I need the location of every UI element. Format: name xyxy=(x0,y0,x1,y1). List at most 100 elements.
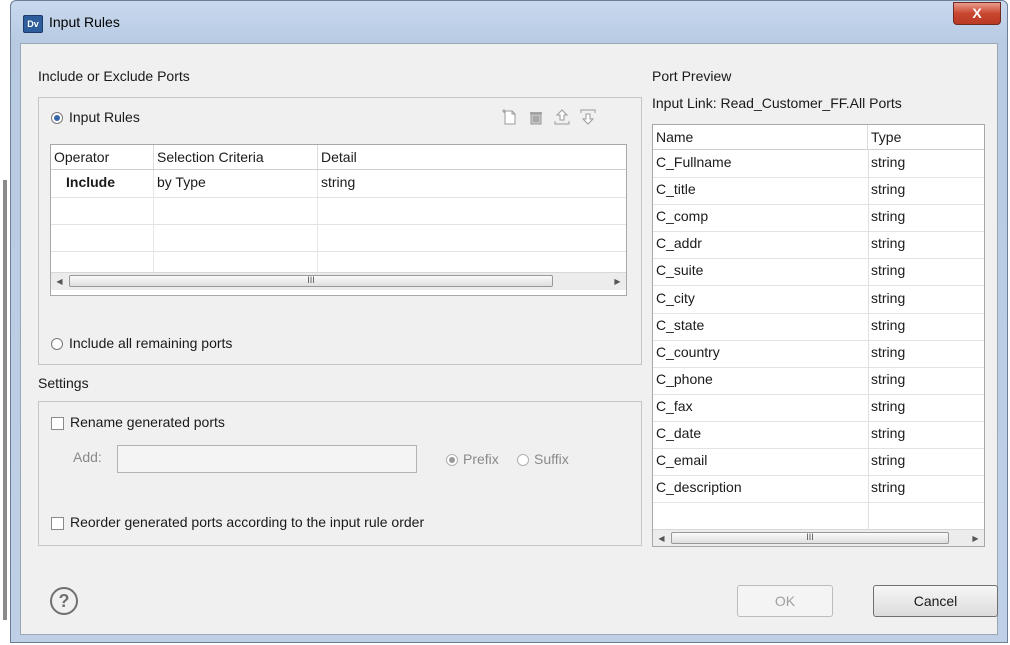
dialog-title: Input Rules xyxy=(49,14,120,30)
port-type-cell: string xyxy=(871,397,906,414)
port-name-cell: C_date xyxy=(656,425,702,441)
operator-cell: Include xyxy=(51,170,154,197)
operator-cell xyxy=(51,224,154,251)
ok-button[interactable]: OK xyxy=(737,585,833,617)
selection-criteria-cell xyxy=(154,197,318,224)
port-preview-header: Name Type xyxy=(653,125,984,150)
include-all-radio-label: Include all remaining ports xyxy=(69,335,233,351)
input-link-label: Input Link: Read_Customer_FF.All Ports xyxy=(652,95,902,111)
scroll-left-arrow-icon[interactable]: ◀ xyxy=(653,530,670,546)
move-up-icon[interactable] xyxy=(553,108,571,126)
port-preview-label: Port Preview xyxy=(652,68,732,84)
port-type-cell: string xyxy=(871,262,906,279)
input-rules-dialog: Dv Input Rules X Include or Exclude Port… xyxy=(10,0,1008,643)
port-name-cell: C_state xyxy=(656,316,705,333)
new-rule-icon[interactable] xyxy=(501,108,519,126)
port-row[interactable]: C_addr string xyxy=(653,231,984,260)
add-label: Add: xyxy=(73,449,102,465)
title-bar[interactable]: Dv Input Rules X xyxy=(11,1,1007,43)
scrollbar-thumb[interactable]: III xyxy=(671,532,949,544)
port-name-cell: C_phone xyxy=(656,370,713,387)
port-row[interactable]: C_country string xyxy=(653,340,984,368)
port-preview-hscrollbar[interactable]: ◀ III ▶ xyxy=(653,529,984,546)
rename-ports-checkbox[interactable] xyxy=(51,417,64,430)
port-row[interactable]: C_suite string xyxy=(653,258,984,287)
port-row[interactable]: C_phone string xyxy=(653,367,984,395)
column-header-selection-criteria[interactable]: Selection Criteria xyxy=(154,145,318,169)
background-scrollbar xyxy=(3,180,7,620)
port-row[interactable]: C_title string xyxy=(653,177,984,206)
port-type-cell: string xyxy=(871,425,906,441)
rules-table: Operator Selection Criteria Detail Inclu… xyxy=(50,144,627,296)
scrollbar-thumb[interactable]: III xyxy=(69,275,553,287)
scroll-right-arrow-icon[interactable]: ▶ xyxy=(967,530,984,546)
port-name-cell: C_comp xyxy=(656,208,709,225)
port-type-cell: string xyxy=(871,289,906,306)
port-name-cell: C_title xyxy=(656,181,696,198)
detail-cell xyxy=(318,197,626,224)
column-divider xyxy=(868,149,869,529)
suffix-radio[interactable] xyxy=(517,454,529,466)
add-input[interactable] xyxy=(117,445,417,473)
settings-section-label: Settings xyxy=(38,375,89,391)
port-row[interactable]: C_fax string xyxy=(653,394,984,422)
prefix-radio-label: Prefix xyxy=(463,451,499,467)
suffix-radio-label: Suffix xyxy=(534,451,569,467)
reorder-ports-label: Reorder generated ports according to the… xyxy=(70,514,425,530)
port-name-cell: C_city xyxy=(656,289,695,306)
rules-toolbar xyxy=(501,108,621,128)
reorder-ports-checkbox[interactable] xyxy=(51,517,64,530)
port-type-cell: string xyxy=(871,370,906,387)
port-name-cell: C_description xyxy=(656,479,742,496)
port-row[interactable]: C_email string xyxy=(653,448,984,477)
rename-ports-label: Rename generated ports xyxy=(70,414,225,430)
detail-cell xyxy=(318,251,626,272)
port-type-cell: string xyxy=(871,181,906,198)
dialog-body: Include or Exclude Ports Input Rules Ope… xyxy=(20,43,998,635)
selection-criteria-cell xyxy=(154,251,318,272)
detail-cell: string xyxy=(321,174,356,190)
port-name-cell: C_Fullname xyxy=(656,154,732,170)
column-header-name[interactable]: Name xyxy=(653,125,868,149)
table-row[interactable] xyxy=(51,251,626,272)
port-row[interactable]: C_Fullname string xyxy=(653,150,984,178)
table-row[interactable]: Include by Type string xyxy=(51,170,626,198)
delete-icon[interactable] xyxy=(527,108,545,126)
table-row[interactable] xyxy=(51,197,626,225)
operator-cell xyxy=(51,197,154,224)
include-exclude-group: Input Rules Operator Selection Criteria … xyxy=(38,97,642,365)
selection-criteria-cell: by Type xyxy=(154,170,318,197)
move-down-icon[interactable] xyxy=(579,108,597,126)
port-type-cell: string xyxy=(871,479,906,496)
column-header-detail[interactable]: Detail xyxy=(318,145,626,169)
port-name-cell: C_email xyxy=(656,452,708,469)
port-type-cell: string xyxy=(871,154,906,170)
settings-group: Rename generated ports Add: Prefix Suffi… xyxy=(38,401,642,546)
port-name-cell: C_addr xyxy=(656,235,702,252)
scroll-right-arrow-icon[interactable]: ▶ xyxy=(609,273,626,290)
table-row[interactable] xyxy=(51,224,626,252)
port-type-cell: string xyxy=(871,316,906,333)
cancel-button[interactable]: Cancel xyxy=(873,585,998,617)
scroll-left-arrow-icon[interactable]: ◀ xyxy=(51,273,68,290)
column-header-type[interactable]: Type xyxy=(868,125,984,149)
port-row[interactable]: C_description string xyxy=(653,475,984,504)
prefix-radio[interactable] xyxy=(446,454,458,466)
port-row[interactable]: C_comp string xyxy=(653,204,984,233)
port-name-cell: C_fax xyxy=(656,397,693,414)
input-rules-radio[interactable] xyxy=(51,112,63,124)
column-header-operator[interactable]: Operator xyxy=(51,145,154,169)
input-rules-radio-label: Input Rules xyxy=(69,109,140,125)
port-row[interactable]: C_state string xyxy=(653,313,984,341)
detail-cell xyxy=(318,224,626,251)
rules-table-hscrollbar[interactable]: ◀ III ▶ xyxy=(51,272,626,290)
port-preview-table: Name Type C_Fullname string C_title string C… xyxy=(652,124,985,547)
operator-cell xyxy=(51,251,154,272)
include-all-radio[interactable] xyxy=(51,338,63,350)
close-button[interactable]: X xyxy=(953,2,1001,25)
port-row[interactable]: C_date string xyxy=(653,421,984,449)
help-icon[interactable]: ? xyxy=(50,587,78,615)
port-row[interactable]: C_city string xyxy=(653,286,984,314)
port-type-cell: string xyxy=(871,235,906,252)
selection-criteria-cell xyxy=(154,224,318,251)
